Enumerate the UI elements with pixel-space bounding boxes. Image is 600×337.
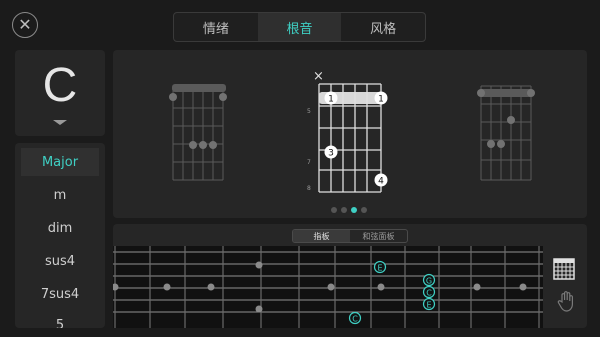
chord-diagram-current: × 5 7 8 1 1 3 4	[307, 69, 388, 193]
chord-type-sus4[interactable]: sus4	[21, 247, 99, 275]
chord-diagram-carousel[interactable]: × 5 7 8 1 1 3 4	[113, 50, 587, 218]
tab-style[interactable]: 风格	[341, 13, 425, 41]
tab-mood[interactable]: 情绪	[174, 13, 258, 41]
tab-bar: 情绪 根音 风格	[173, 12, 426, 42]
fretboard[interactable]: E G C E C	[113, 246, 543, 328]
chord-type-7sus4[interactable]: 7sus4	[21, 280, 99, 308]
note-label: C	[426, 289, 432, 298]
tab-root[interactable]: 根音	[257, 13, 342, 41]
carousel-pagination[interactable]	[331, 207, 367, 213]
chord-type-list: Major m dim sus4 7sus4 5	[15, 143, 105, 328]
note-label: C	[352, 315, 358, 324]
finger-label: 1	[378, 95, 384, 105]
root-note: C	[42, 59, 78, 112]
chord-type-5[interactable]: 5	[21, 311, 99, 329]
close-button[interactable]: ✕	[12, 12, 38, 38]
fret-number: 5	[307, 108, 311, 115]
grid-icon[interactable]	[553, 258, 575, 280]
note-label: E	[377, 264, 382, 273]
root-selector[interactable]: C	[15, 50, 105, 136]
muted-string-mark: ×	[313, 69, 324, 84]
chord-type-m[interactable]: m	[21, 181, 99, 209]
fret-number: 7	[307, 159, 311, 166]
segment-fretboard[interactable]: 指板	[293, 230, 350, 242]
hand-icon[interactable]	[557, 290, 575, 312]
chord-type-dim[interactable]: dim	[21, 214, 99, 242]
note-label: E	[426, 301, 431, 310]
close-icon: ✕	[18, 15, 32, 34]
chord-diagram-next[interactable]	[477, 85, 535, 181]
chord-type-major[interactable]: Major	[21, 148, 99, 176]
segment-chord-panel[interactable]: 和弦面板	[350, 230, 407, 242]
note-label: G	[426, 277, 432, 286]
view-toggle: 指板 和弦面板	[292, 229, 408, 243]
chevron-down-icon	[53, 120, 67, 125]
finger-label: 4	[378, 177, 384, 187]
finger-label: 3	[328, 149, 334, 159]
finger-label: 1	[328, 95, 334, 105]
fret-number: 8	[307, 185, 311, 192]
chord-diagrams: × 5 7 8 1 1 3 4	[169, 69, 535, 213]
chord-diagram-prev[interactable]	[169, 84, 227, 181]
